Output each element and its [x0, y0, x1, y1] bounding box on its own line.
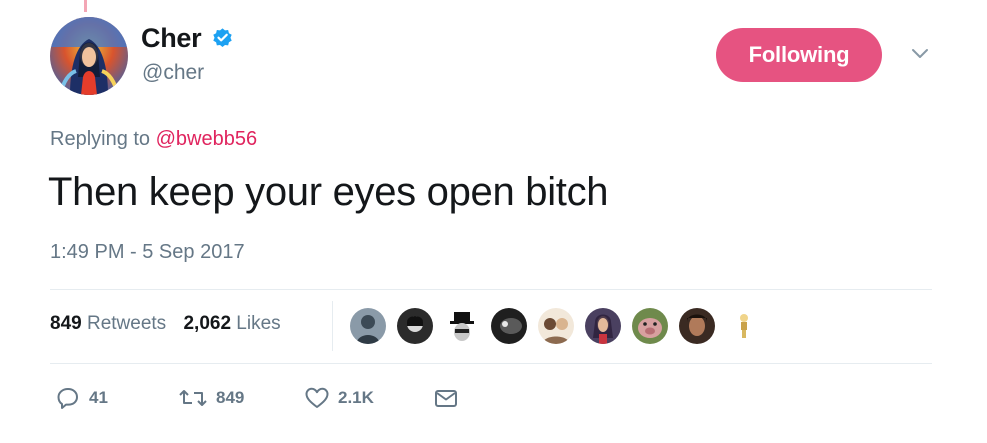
tweet-card: Cher @cher Following Replying to @bwebb5…: [0, 0, 987, 443]
liker-avatar-1[interactable]: [350, 308, 386, 344]
thread-connector: [84, 0, 87, 12]
replying-to-prefix: Replying to: [50, 128, 151, 150]
author-avatar[interactable]: [50, 17, 128, 95]
tweet-text: Then keep your eyes open bitch: [48, 170, 609, 214]
retweet-count: 849: [216, 388, 245, 407]
author-handle[interactable]: @cher: [142, 60, 204, 86]
direct-message-action[interactable]: [433, 384, 467, 412]
replying-to-handle-link[interactable]: @bwebb56: [156, 128, 257, 150]
liker-avatars: [350, 306, 773, 346]
heart-icon: [305, 387, 329, 408]
reply-icon: [57, 388, 78, 409]
replying-to-line: Replying to @bwebb56: [50, 126, 257, 152]
liker-avatar-2[interactable]: [397, 308, 433, 344]
reply-count: 41: [89, 388, 108, 407]
tweet-stats: 849 Retweets 2,062 Likes: [50, 312, 281, 336]
stats-separator: [332, 301, 333, 351]
retweets-stat-count: 849: [50, 313, 82, 334]
reply-action[interactable]: 41: [55, 384, 108, 412]
chevron-down-icon[interactable]: [910, 47, 930, 61]
liker-avatar-3[interactable]: [444, 308, 480, 344]
author-display-name[interactable]: Cher: [141, 22, 202, 54]
likes-stat-count: 2,062: [183, 313, 232, 334]
liker-avatar-5[interactable]: [538, 308, 574, 344]
retweets-stat-label: Retweets: [86, 313, 167, 334]
liker-avatar-4[interactable]: [491, 308, 527, 344]
like-action[interactable]: 2.1K: [304, 384, 374, 412]
liker-avatar-9[interactable]: [726, 308, 762, 344]
retweets-stat-link[interactable]: 849 Retweets: [50, 313, 166, 334]
divider-top: [50, 289, 932, 290]
liker-avatar-8[interactable]: [679, 308, 715, 344]
following-button[interactable]: Following: [716, 28, 882, 82]
divider-bottom: [50, 363, 932, 364]
likes-stat-link[interactable]: 2,062 Likes: [183, 313, 280, 334]
likes-stat-label: Likes: [236, 313, 281, 334]
like-count: 2.1K: [338, 388, 374, 407]
envelope-icon: [435, 390, 457, 407]
retweet-icon: [179, 390, 207, 406]
following-button-label: Following: [748, 42, 850, 67]
verified-badge-icon: [213, 28, 232, 47]
liker-avatar-6[interactable]: [585, 308, 621, 344]
tweet-timestamp[interactable]: 1:49 PM - 5 Sep 2017: [50, 240, 245, 264]
retweet-action[interactable]: 849: [178, 384, 244, 412]
liker-avatar-7[interactable]: [632, 308, 668, 344]
